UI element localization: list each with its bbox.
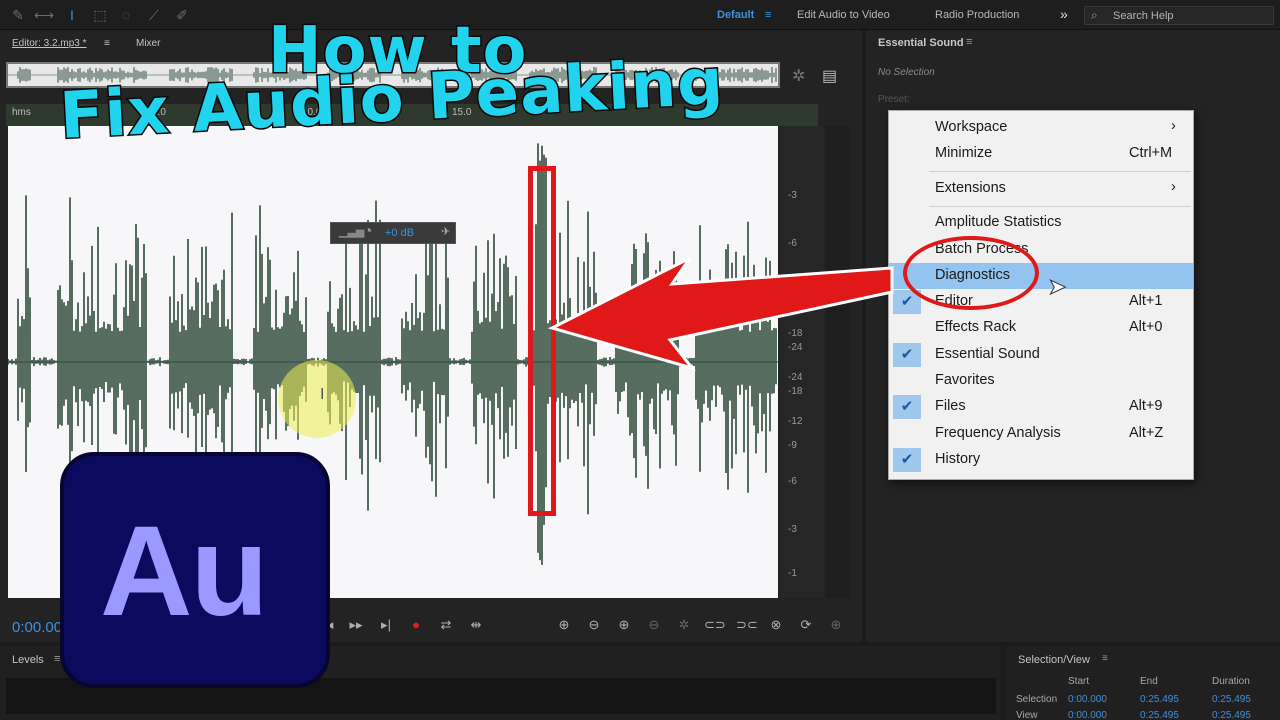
annotation-arrow xyxy=(547,256,894,371)
zoom-in-amplitude-icon[interactable]: ⊕ xyxy=(554,617,574,633)
search-icon: ⌕ xyxy=(1091,8,1098,22)
menu-item-files[interactable]: ✔ Files Alt+9 xyxy=(889,394,1193,420)
lasso-tool-icon[interactable]: ◌ xyxy=(116,6,136,24)
menu-item-history[interactable]: ✔ History xyxy=(889,447,1193,473)
menu-item-favorites[interactable]: Favorites xyxy=(889,368,1193,394)
view-duration-value[interactable]: 0:25.495 xyxy=(1212,710,1251,720)
workspace-menu-icon[interactable]: ≡ xyxy=(765,9,771,21)
zoom-full-icon[interactable]: ✲ xyxy=(674,617,694,633)
selection-end-value[interactable]: 0:25.495 xyxy=(1140,694,1179,705)
selection-start-value[interactable]: 0:00.000 xyxy=(1068,694,1107,705)
hud-value: +0 dB xyxy=(385,227,415,239)
menu-item-workspace[interactable]: Workspace › xyxy=(889,115,1193,141)
zoom-extra-icon[interactable]: ⊕ xyxy=(826,617,846,633)
top-toolbar: ✎ ⟷ I ⬚ ◌ ⟋ ✐ Default ≡ Edit Audio to Vi… xyxy=(0,0,1280,30)
panel-options-icon[interactable]: ▤ xyxy=(822,66,837,86)
zoom-selection-icon[interactable]: ⊂⊃ xyxy=(704,617,726,633)
mouse-pointer-icon: ➤ xyxy=(1047,274,1067,300)
zoom-out-amplitude-icon[interactable]: ⊖ xyxy=(584,617,604,633)
brush-tool-icon[interactable]: ⟋ xyxy=(144,6,164,24)
menu-item-minimize[interactable]: Minimize Ctrl+M xyxy=(889,141,1193,167)
submenu-arrow-icon: › xyxy=(1171,179,1176,195)
scale-label: -18 xyxy=(788,386,803,397)
workspace-default[interactable]: Default xyxy=(717,9,754,21)
preset-label: Preset: xyxy=(878,94,910,105)
text-cursor-icon: I xyxy=(320,386,325,403)
workspace-edit-audio-to-video[interactable]: Edit Audio to Video xyxy=(797,9,890,21)
hud-meter-icon: ▁▃▅ xyxy=(339,226,365,238)
selection-duration-value[interactable]: 0:25.495 xyxy=(1212,694,1251,705)
menu-separator xyxy=(929,171,1191,172)
time-selection-icon[interactable]: ⟷ xyxy=(34,6,54,24)
col-end: End xyxy=(1140,676,1158,687)
col-duration: Duration xyxy=(1212,676,1250,687)
levels-title: Levels xyxy=(12,654,44,666)
scale-label: -1 xyxy=(788,568,797,579)
skip-end-icon[interactable]: ▸| xyxy=(376,617,396,633)
loop-icon[interactable]: ⇄ xyxy=(436,617,456,633)
diagnostics-highlight-circle xyxy=(903,236,1039,310)
scale-label: -3 xyxy=(788,190,797,201)
checkmark-icon: ✔ xyxy=(893,395,921,419)
tab-editor[interactable]: Editor: 3.2.mp3 * xyxy=(12,38,86,49)
zoom-reset-icon[interactable]: ⟳ xyxy=(796,617,816,633)
menu-item-frequency-analysis[interactable]: Frequency Analysis Alt+Z xyxy=(889,421,1193,447)
col-start: Start xyxy=(1068,676,1090,687)
cursor-highlight xyxy=(278,360,356,438)
record-icon[interactable]: ● xyxy=(406,617,426,632)
zoom-out-point-icon[interactable]: ⊗ xyxy=(766,617,786,633)
view-end-value[interactable]: 0:25.495 xyxy=(1140,710,1179,720)
workspace-radio-production[interactable]: Radio Production xyxy=(935,9,1019,21)
search-help-input[interactable]: ⌕ Search Help xyxy=(1084,6,1274,25)
audition-logo-text: Au xyxy=(100,500,269,643)
row-view: View xyxy=(1016,710,1038,720)
volume-hud[interactable]: ▁▃▅ ◔ +0 dB ✈ xyxy=(330,222,456,244)
search-placeholder: Search Help xyxy=(1113,10,1174,22)
scale-label: -12 xyxy=(788,416,803,427)
more-workspaces-icon[interactable]: » xyxy=(1060,6,1068,22)
move-tool-icon[interactable]: ✎ xyxy=(8,6,28,24)
scale-label: -9 xyxy=(788,440,797,451)
text-cursor-tool-icon[interactable]: I xyxy=(62,6,82,24)
selection-view-menu-icon[interactable]: ≡ xyxy=(1102,653,1108,664)
menu-item-effects-rack[interactable]: Effects Rack Alt+0 xyxy=(889,315,1193,341)
healing-tool-icon[interactable]: ✐ xyxy=(172,6,192,24)
menu-item-essential-sound[interactable]: ✔ Essential Sound xyxy=(889,342,1193,368)
pin-icon[interactable]: ✈ xyxy=(441,225,450,238)
zoom-in-time-icon[interactable]: ⊕ xyxy=(614,617,634,633)
fast-forward-icon[interactable]: ▸▸ xyxy=(346,617,366,633)
menu-item-extensions[interactable]: Extensions › xyxy=(889,176,1193,202)
selection-view-panel: Selection/View ≡ Start End Duration Sele… xyxy=(1006,646,1280,720)
volume-knob-icon[interactable]: ◔ xyxy=(363,223,373,241)
selection-view-title: Selection/View xyxy=(1018,654,1090,666)
view-start-value[interactable]: 0:00.000 xyxy=(1068,710,1107,720)
tab-mixer[interactable]: Mixer xyxy=(136,38,160,49)
menu-item-amplitude-statistics[interactable]: Amplitude Statistics xyxy=(889,210,1193,236)
zoom-out-time-icon[interactable]: ⊖ xyxy=(644,617,664,633)
no-selection-text: No Selection xyxy=(878,67,935,78)
submenu-arrow-icon: › xyxy=(1171,118,1176,134)
menu-separator xyxy=(929,206,1191,207)
ruler-label: hms xyxy=(12,107,31,118)
row-selection: Selection xyxy=(1016,694,1058,705)
marquee-tool-icon[interactable]: ⬚ xyxy=(90,6,110,24)
tab-menu-icon[interactable]: ≡ xyxy=(104,38,110,49)
scale-label: -3 xyxy=(788,524,797,535)
zoom-to-fit-icon[interactable]: ✲ xyxy=(792,66,805,86)
checkmark-icon: ✔ xyxy=(893,448,921,472)
essential-sound-title: Essential Sound xyxy=(878,37,964,49)
scale-label: -6 xyxy=(788,476,797,487)
skip-selection-icon[interactable]: ⇹ xyxy=(466,617,486,633)
essential-sound-menu-icon[interactable]: ≡ xyxy=(966,36,972,48)
zoom-in-point-icon[interactable]: ⊃⊂ xyxy=(736,617,758,633)
